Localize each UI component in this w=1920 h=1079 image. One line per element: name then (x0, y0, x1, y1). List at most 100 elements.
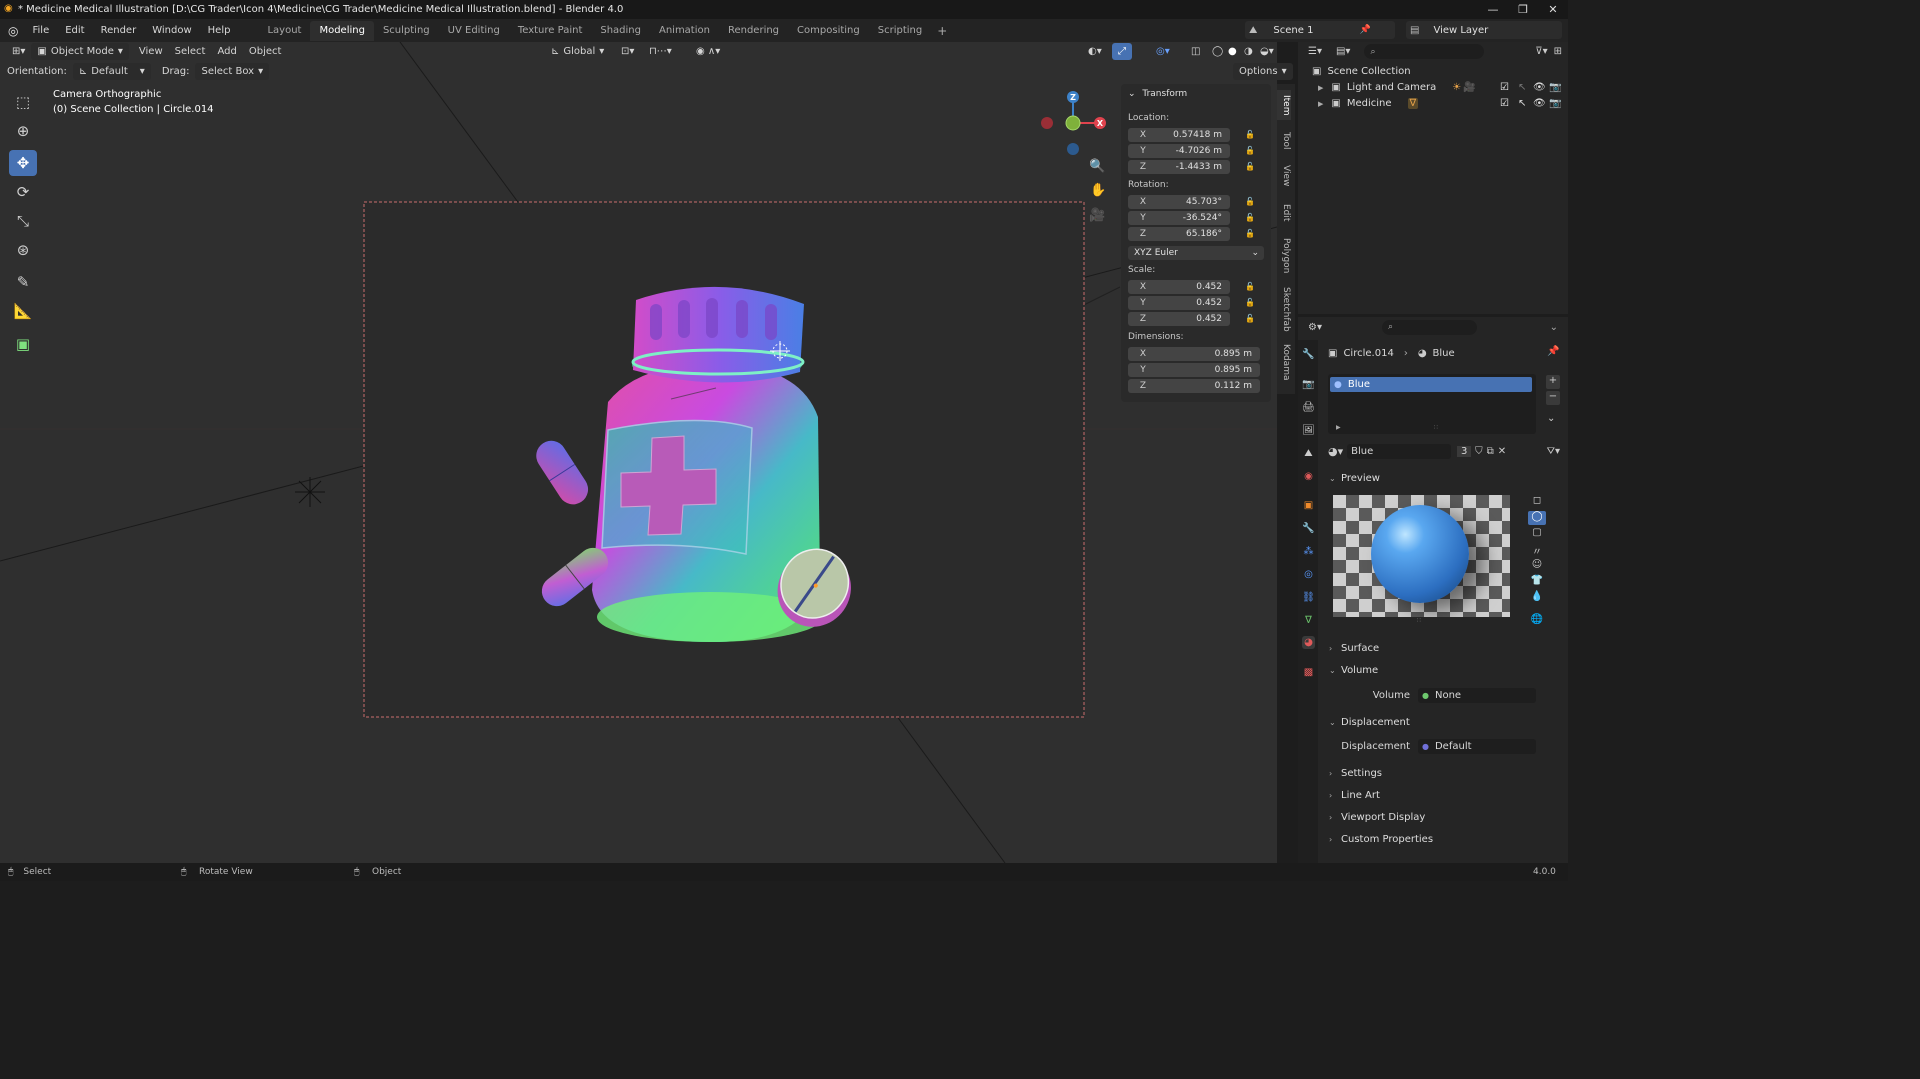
tab-scripting[interactable]: Scripting (869, 21, 931, 41)
browse-material-icon[interactable]: ◕▾ (1328, 445, 1343, 458)
output-properties-icon[interactable]: 🖨 (1302, 401, 1315, 414)
tab-polygon[interactable]: Polygon (1277, 235, 1291, 277)
resize-grip-icon[interactable]: ∷ (1417, 617, 1421, 624)
displacement-socket-field[interactable]: ● Default (1418, 738, 1536, 754)
preview-section-header[interactable]: ⌄ Preview (1329, 468, 1559, 488)
unlink-x-icon[interactable]: ✕ (1498, 446, 1506, 457)
eye-icon[interactable]: 👁 (1533, 98, 1546, 109)
world-properties-icon[interactable]: ◉ (1302, 470, 1315, 483)
scene-selector[interactable]: ⛰ Scene 1 📌 (1245, 21, 1395, 39)
navigation-gizmo[interactable]: Z X (1038, 88, 1108, 158)
tab-sculpting[interactable]: Sculpting (374, 21, 439, 41)
material-properties-icon[interactable]: ◕ (1302, 636, 1315, 649)
tab-view[interactable]: View (1277, 162, 1291, 190)
location-x-field[interactable]: X 0.57418 m (1128, 128, 1230, 142)
viewport-display-section-header[interactable]: › Viewport Display (1329, 807, 1559, 827)
exclude-checkbox[interactable]: ☑ (1500, 82, 1509, 93)
settings-section-header[interactable]: › Settings (1329, 763, 1559, 783)
add-workspace-icon[interactable]: + (937, 24, 947, 38)
menu-window[interactable]: Window (144, 19, 199, 42)
tool-properties-icon[interactable]: 🔧 (1302, 348, 1315, 361)
filter-icon[interactable]: ⊽▾ (1535, 46, 1547, 57)
scale-tool-icon[interactable]: ⤡ (9, 208, 37, 234)
lock-icon[interactable]: 🔓 (1245, 282, 1255, 292)
tab-sketchfab[interactable]: Sketchfab (1277, 285, 1291, 333)
lock-icon[interactable]: 🔓 (1245, 314, 1255, 324)
blender-menu-icon[interactable]: ◎ (8, 24, 18, 38)
options-dropdown[interactable]: Options ▾ (1233, 62, 1293, 80)
transform-tool-icon[interactable]: ⊛ (9, 237, 37, 263)
display-mode-icon[interactable]: ▤▾ (1336, 46, 1350, 57)
dimensions-x-field[interactable]: X 0.895 m (1128, 347, 1260, 361)
properties-editor-icon[interactable]: ⚙▾ (1308, 322, 1322, 333)
tab-edit[interactable]: Edit (1277, 200, 1291, 226)
pan-hand-icon[interactable]: ✋ (1090, 183, 1106, 198)
properties-search-input[interactable]: ⌕ (1381, 319, 1477, 335)
displacement-section-header[interactable]: ⌄ Displacement (1329, 712, 1559, 732)
preview-world-icon[interactable]: 🌐 (1528, 614, 1546, 628)
particles-properties-icon[interactable]: ⁂ (1302, 545, 1315, 558)
overlay-icon[interactable]: ◎▾ (1150, 43, 1176, 60)
minimize-icon[interactable]: — (1478, 0, 1508, 19)
lock-icon[interactable]: 🔓 (1245, 130, 1255, 140)
expand-arrow-icon[interactable]: ▶ (1318, 84, 1323, 92)
lock-icon[interactable]: 🔓 (1245, 162, 1255, 172)
preview-monkey-icon[interactable]: ☺ (1528, 559, 1546, 573)
gizmo-icon[interactable]: ⤢ (1112, 43, 1132, 60)
tab-kodama[interactable]: Kodama (1277, 342, 1291, 382)
tab-compositing[interactable]: Compositing (788, 21, 869, 41)
location-z-field[interactable]: Z -1.4433 m (1128, 160, 1230, 174)
move-tool-icon[interactable]: ✥ (9, 150, 37, 176)
tab-tool[interactable]: Tool (1277, 128, 1291, 154)
render-properties-icon[interactable]: 📷 (1302, 378, 1315, 391)
constraints-properties-icon[interactable]: ⛓ (1302, 591, 1315, 604)
menu-view[interactable]: View (133, 43, 169, 60)
tab-animation[interactable]: Animation (650, 21, 719, 41)
annotate-tool-icon[interactable]: ✎ (9, 269, 37, 295)
object-properties-icon[interactable]: ▣ (1302, 499, 1315, 512)
modifier-properties-icon[interactable]: 🔧 (1302, 522, 1315, 535)
preview-hair-icon[interactable]: 〃 (1528, 543, 1546, 558)
mode-selector[interactable]: ▣ Object Mode ▾ (31, 43, 129, 60)
lock-icon[interactable]: 🔓 (1245, 298, 1255, 308)
texture-properties-icon[interactable]: ▩ (1302, 666, 1315, 679)
transform-panel-header[interactable]: ⌄ Transform (1128, 89, 1187, 99)
render-camera-icon[interactable]: 📷 (1549, 98, 1561, 109)
surface-section-header[interactable]: › Surface (1329, 638, 1559, 658)
tab-layout[interactable]: Layout (258, 21, 310, 41)
xray-icon[interactable]: ◫ (1185, 43, 1206, 60)
add-cube-tool-icon[interactable]: ▣ (9, 331, 37, 357)
menu-add[interactable]: Add (211, 43, 242, 60)
rotation-x-field[interactable]: X 45.703° (1128, 195, 1230, 209)
duplicate-icon[interactable]: ⧉ (1487, 446, 1494, 457)
camera-view-icon[interactable]: 🎥 (1089, 208, 1105, 223)
preview-fluid-icon[interactable]: 💧 (1528, 591, 1546, 605)
eye-icon[interactable]: 👁 (1533, 82, 1546, 93)
custom-properties-section-header[interactable]: › Custom Properties (1329, 829, 1559, 849)
data-properties-icon[interactable]: ∇ (1302, 614, 1315, 627)
material-users-count[interactable]: 3 (1457, 445, 1472, 457)
rendered-shading-icon[interactable]: ◒▾ (1254, 43, 1280, 60)
menu-render[interactable]: Render (93, 19, 145, 42)
material-slot-item[interactable]: ● Blue (1330, 377, 1532, 392)
dimensions-y-field[interactable]: Y 0.895 m (1128, 363, 1260, 377)
pin-icon[interactable]: 📌 (1547, 346, 1559, 357)
tab-rendering[interactable]: Rendering (719, 21, 788, 41)
tab-item[interactable]: Item (1277, 90, 1291, 120)
lock-icon[interactable]: 🔓 (1245, 146, 1255, 156)
select-box-tool-icon[interactable]: ⬚ (9, 89, 37, 115)
menu-help[interactable]: Help (200, 19, 239, 42)
3d-viewport[interactable] (0, 42, 1277, 863)
preview-plane-icon[interactable]: ◻ (1528, 495, 1546, 509)
lock-icon[interactable]: 🔓 (1245, 197, 1255, 207)
tab-uv-editing[interactable]: UV Editing (439, 21, 509, 41)
menu-object[interactable]: Object (243, 43, 288, 60)
render-camera-icon[interactable]: 📷 (1549, 82, 1561, 93)
rotation-mode-dropdown[interactable]: XYZ Euler ⌄ (1128, 246, 1264, 260)
select-arrow-icon[interactable]: ↖ (1518, 98, 1526, 109)
exclude-checkbox[interactable]: ☑ (1500, 98, 1509, 109)
menu-edit[interactable]: Edit (57, 19, 92, 42)
view-layer-selector[interactable]: ▤ View Layer (1406, 21, 1562, 39)
menu-file[interactable]: File (24, 19, 57, 42)
measure-tool-icon[interactable]: 📐 (9, 298, 37, 324)
